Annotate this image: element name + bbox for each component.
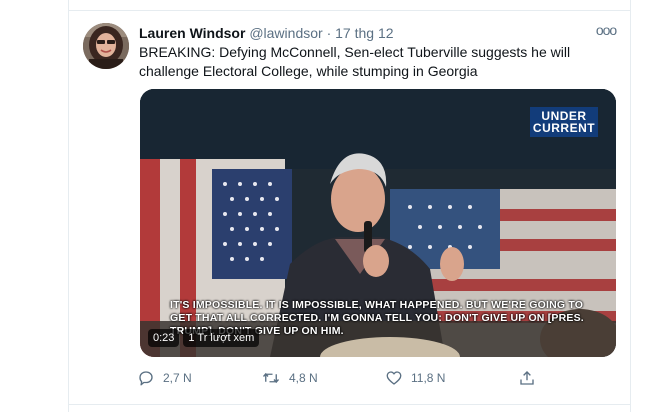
reply-button[interactable]: 2,7 N bbox=[137, 368, 192, 388]
retweet-button[interactable]: 4,8 N bbox=[261, 368, 318, 388]
top-divider bbox=[68, 10, 631, 11]
comment-icon bbox=[139, 371, 153, 386]
retweet-count: 4,8 N bbox=[289, 371, 318, 385]
view-count: 1 Tr lượt xem bbox=[183, 329, 260, 347]
author-handle[interactable]: @lawindsor bbox=[249, 25, 322, 41]
bottom-divider bbox=[68, 404, 631, 405]
video-player[interactable]: UNDER CURRENT It's impossible. It is imp… bbox=[140, 89, 616, 357]
tweet-text: BREAKING: Defying McConnell, Sen-elect T… bbox=[139, 44, 571, 79]
share-icon bbox=[520, 371, 534, 385]
brand-logo-line2: CURRENT bbox=[532, 121, 596, 135]
page-left-border bbox=[68, 0, 69, 412]
avatar[interactable] bbox=[83, 23, 129, 69]
timestamp[interactable]: 17 thg 12 bbox=[335, 25, 393, 41]
separator-dot: · bbox=[326, 25, 332, 41]
like-count: 11,8 N bbox=[411, 371, 446, 385]
heart-icon bbox=[386, 371, 402, 385]
brand-logo: UNDER CURRENT bbox=[530, 107, 598, 137]
tweet-header: Lauren Windsor @lawindsor · 17 thg 12 bbox=[139, 24, 630, 42]
video-duration: 0:23 bbox=[148, 329, 180, 347]
tweet-actions: 2,7 N 4,8 N 11,8 N bbox=[137, 368, 557, 388]
author-name[interactable]: Lauren Windsor bbox=[139, 25, 245, 41]
like-button[interactable]: 11,8 N bbox=[385, 368, 445, 388]
share-button[interactable] bbox=[518, 368, 544, 388]
video-badges: 0:23 1 Tr lượt xem bbox=[148, 329, 260, 347]
more-options-button[interactable]: ooo bbox=[595, 23, 617, 41]
reply-count: 2,7 N bbox=[163, 371, 192, 385]
page-right-border bbox=[630, 0, 631, 412]
retweet-icon bbox=[262, 372, 280, 384]
